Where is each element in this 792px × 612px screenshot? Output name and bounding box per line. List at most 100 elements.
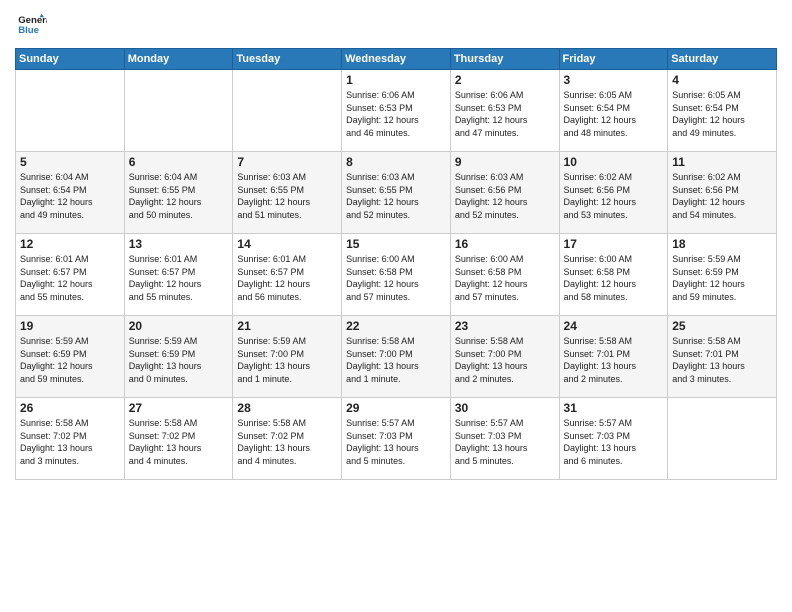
day-cell: 22 Sunrise: 5:58 AM Sunset: 7:00 PM Dayli… <box>342 316 451 398</box>
day-cell: 4 Sunrise: 6:05 AM Sunset: 6:54 PM Daylig… <box>668 70 777 152</box>
day-cell: 23 Sunrise: 5:58 AM Sunset: 7:00 PM Dayli… <box>450 316 559 398</box>
day-number: 7 <box>237 155 337 169</box>
day-number: 1 <box>346 73 446 87</box>
day-info: Sunrise: 5:59 AM Sunset: 7:00 PM Dayligh… <box>237 335 337 385</box>
week-row-1: 5 Sunrise: 6:04 AM Sunset: 6:54 PM Daylig… <box>16 152 777 234</box>
day-number: 18 <box>672 237 772 251</box>
day-info: Sunrise: 6:01 AM Sunset: 6:57 PM Dayligh… <box>237 253 337 303</box>
day-info: Sunrise: 5:59 AM Sunset: 6:59 PM Dayligh… <box>20 335 120 385</box>
day-cell: 29 Sunrise: 5:57 AM Sunset: 7:03 PM Dayli… <box>342 398 451 480</box>
day-number: 27 <box>129 401 229 415</box>
day-number: 24 <box>564 319 664 333</box>
day-info: Sunrise: 5:57 AM Sunset: 7:03 PM Dayligh… <box>346 417 446 467</box>
day-header-monday: Monday <box>124 49 233 70</box>
day-cell: 7 Sunrise: 6:03 AM Sunset: 6:55 PM Daylig… <box>233 152 342 234</box>
day-cell: 10Sunrise: 6:02 AM Sunset: 6:56 PM Dayli… <box>559 152 668 234</box>
day-header-wednesday: Wednesday <box>342 49 451 70</box>
day-cell <box>124 70 233 152</box>
day-info: Sunrise: 5:57 AM Sunset: 7:03 PM Dayligh… <box>564 417 664 467</box>
day-info: Sunrise: 5:59 AM Sunset: 6:59 PM Dayligh… <box>672 253 772 303</box>
day-info: Sunrise: 6:04 AM Sunset: 6:55 PM Dayligh… <box>129 171 229 221</box>
day-info: Sunrise: 6:03 AM Sunset: 6:55 PM Dayligh… <box>237 171 337 221</box>
day-number: 26 <box>20 401 120 415</box>
week-row-0: 1 Sunrise: 6:06 AM Sunset: 6:53 PM Daylig… <box>16 70 777 152</box>
day-info: Sunrise: 6:05 AM Sunset: 6:54 PM Dayligh… <box>564 89 664 139</box>
day-header-thursday: Thursday <box>450 49 559 70</box>
day-header-friday: Friday <box>559 49 668 70</box>
day-cell: 6Sunrise: 6:04 AM Sunset: 6:55 PM Daylig… <box>124 152 233 234</box>
day-cell: 2 Sunrise: 6:06 AM Sunset: 6:53 PM Daylig… <box>450 70 559 152</box>
day-info: Sunrise: 6:01 AM Sunset: 6:57 PM Dayligh… <box>20 253 120 303</box>
day-info: Sunrise: 5:58 AM Sunset: 7:02 PM Dayligh… <box>237 417 337 467</box>
day-number: 29 <box>346 401 446 415</box>
calendar: SundayMondayTuesdayWednesdayThursdayFrid… <box>15 48 777 480</box>
day-info: Sunrise: 5:58 AM Sunset: 7:00 PM Dayligh… <box>346 335 446 385</box>
day-cell: 13 Sunrise: 6:01 AM Sunset: 6:57 PM Dayli… <box>124 234 233 316</box>
logo-icon: General Blue <box>17 10 47 40</box>
day-number: 12 <box>20 237 120 251</box>
day-info: Sunrise: 5:58 AM Sunset: 7:02 PM Dayligh… <box>20 417 120 467</box>
day-number: 31 <box>564 401 664 415</box>
day-cell: 26 Sunrise: 5:58 AM Sunset: 7:02 PM Dayli… <box>16 398 125 480</box>
day-number: 23 <box>455 319 555 333</box>
day-number: 15 <box>346 237 446 251</box>
day-number: 5 <box>20 155 120 169</box>
day-number: 21 <box>237 319 337 333</box>
day-info: Sunrise: 6:06 AM Sunset: 6:53 PM Dayligh… <box>346 89 446 139</box>
day-cell: 17 Sunrise: 6:00 AM Sunset: 6:58 PM Dayli… <box>559 234 668 316</box>
day-info: Sunrise: 6:03 AM Sunset: 6:55 PM Dayligh… <box>346 171 446 221</box>
day-cell: 27 Sunrise: 5:58 AM Sunset: 7:02 PM Dayli… <box>124 398 233 480</box>
day-info: Sunrise: 5:58 AM Sunset: 7:01 PM Dayligh… <box>564 335 664 385</box>
day-cell: 30Sunrise: 5:57 AM Sunset: 7:03 PM Dayli… <box>450 398 559 480</box>
day-info: Sunrise: 5:58 AM Sunset: 7:02 PM Dayligh… <box>129 417 229 467</box>
day-cell: 11 Sunrise: 6:02 AM Sunset: 6:56 PM Dayli… <box>668 152 777 234</box>
header: General Blue <box>15 10 777 40</box>
page: General Blue SundayMondayTuesdayWednesda… <box>0 0 792 612</box>
logo: General Blue <box>15 10 49 40</box>
day-cell: 5 Sunrise: 6:04 AM Sunset: 6:54 PM Daylig… <box>16 152 125 234</box>
day-info: Sunrise: 6:00 AM Sunset: 6:58 PM Dayligh… <box>455 253 555 303</box>
day-number: 4 <box>672 73 772 87</box>
day-cell: 19 Sunrise: 5:59 AM Sunset: 6:59 PM Dayli… <box>16 316 125 398</box>
day-cell: 25Sunrise: 5:58 AM Sunset: 7:01 PM Dayli… <box>668 316 777 398</box>
day-info: Sunrise: 6:00 AM Sunset: 6:58 PM Dayligh… <box>346 253 446 303</box>
day-cell <box>16 70 125 152</box>
day-cell: 14 Sunrise: 6:01 AM Sunset: 6:57 PM Dayli… <box>233 234 342 316</box>
day-cell: 24 Sunrise: 5:58 AM Sunset: 7:01 PM Dayli… <box>559 316 668 398</box>
day-cell: 31 Sunrise: 5:57 AM Sunset: 7:03 PM Dayli… <box>559 398 668 480</box>
day-info: Sunrise: 5:57 AM Sunset: 7:03 PM Dayligh… <box>455 417 555 467</box>
day-number: 13 <box>129 237 229 251</box>
day-number: 16 <box>455 237 555 251</box>
day-info: Sunrise: 6:05 AM Sunset: 6:54 PM Dayligh… <box>672 89 772 139</box>
day-number: 8 <box>346 155 446 169</box>
day-number: 2 <box>455 73 555 87</box>
day-cell: 12 Sunrise: 6:01 AM Sunset: 6:57 PM Dayli… <box>16 234 125 316</box>
svg-text:Blue: Blue <box>18 25 39 36</box>
day-info: Sunrise: 6:04 AM Sunset: 6:54 PM Dayligh… <box>20 171 120 221</box>
day-cell: 3Sunrise: 6:05 AM Sunset: 6:54 PM Daylig… <box>559 70 668 152</box>
day-info: Sunrise: 6:01 AM Sunset: 6:57 PM Dayligh… <box>129 253 229 303</box>
day-cell: 1 Sunrise: 6:06 AM Sunset: 6:53 PM Daylig… <box>342 70 451 152</box>
day-cell: 21 Sunrise: 5:59 AM Sunset: 7:00 PM Dayli… <box>233 316 342 398</box>
day-number: 28 <box>237 401 337 415</box>
day-number: 19 <box>20 319 120 333</box>
day-cell: 15 Sunrise: 6:00 AM Sunset: 6:58 PM Dayli… <box>342 234 451 316</box>
day-number: 14 <box>237 237 337 251</box>
day-info: Sunrise: 5:58 AM Sunset: 7:01 PM Dayligh… <box>672 335 772 385</box>
day-info: Sunrise: 5:58 AM Sunset: 7:00 PM Dayligh… <box>455 335 555 385</box>
day-number: 22 <box>346 319 446 333</box>
week-row-4: 26 Sunrise: 5:58 AM Sunset: 7:02 PM Dayli… <box>16 398 777 480</box>
day-cell: 9Sunrise: 6:03 AM Sunset: 6:56 PM Daylig… <box>450 152 559 234</box>
day-info: Sunrise: 6:03 AM Sunset: 6:56 PM Dayligh… <box>455 171 555 221</box>
day-header-saturday: Saturday <box>668 49 777 70</box>
day-header-sunday: Sunday <box>16 49 125 70</box>
day-cell: 28 Sunrise: 5:58 AM Sunset: 7:02 PM Dayli… <box>233 398 342 480</box>
day-info: Sunrise: 6:02 AM Sunset: 6:56 PM Dayligh… <box>672 171 772 221</box>
day-number: 17 <box>564 237 664 251</box>
calendar-header-row: SundayMondayTuesdayWednesdayThursdayFrid… <box>16 49 777 70</box>
day-info: Sunrise: 6:06 AM Sunset: 6:53 PM Dayligh… <box>455 89 555 139</box>
day-cell: 16 Sunrise: 6:00 AM Sunset: 6:58 PM Dayli… <box>450 234 559 316</box>
day-number: 10 <box>564 155 664 169</box>
day-number: 11 <box>672 155 772 169</box>
day-info: Sunrise: 6:00 AM Sunset: 6:58 PM Dayligh… <box>564 253 664 303</box>
